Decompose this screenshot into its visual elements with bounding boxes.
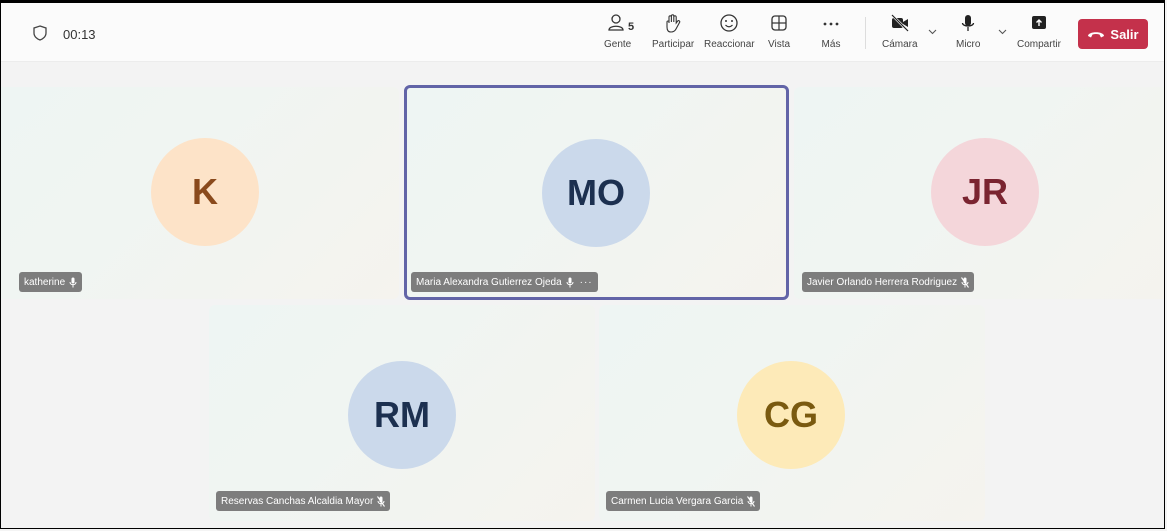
avatar-initials: K xyxy=(192,171,218,212)
more-label: Más xyxy=(821,39,841,50)
microphone-icon xyxy=(962,15,975,31)
participant-tile[interactable]: CG Carmen Lucia Vergara Garcia xyxy=(599,305,985,521)
participant-name-tag: katherine xyxy=(19,272,83,292)
camera-label: Cámara xyxy=(882,39,918,50)
react-button[interactable]: Reaccionar xyxy=(704,13,755,57)
avatar-initials: JR xyxy=(961,171,1009,212)
leave-button[interactable]: Salir xyxy=(1078,19,1148,49)
mic-on-icon xyxy=(69,277,77,287)
participant-name-tag: Javier Orlando Herrera Rodriguez xyxy=(802,272,975,292)
people-icon xyxy=(607,14,624,31)
view-button[interactable]: Vista xyxy=(768,13,790,57)
more-dots-icon xyxy=(823,22,839,26)
participant-name: Javier Orlando Herrera Rodriguez xyxy=(807,276,958,288)
mic-button[interactable]: Micro xyxy=(956,13,980,57)
raise-hand-button[interactable]: Participar xyxy=(652,13,694,57)
mic-options-chevron-icon[interactable] xyxy=(998,29,1007,35)
react-label: Reaccionar xyxy=(704,39,755,50)
participant-avatar: RM xyxy=(348,361,456,469)
shield-icon xyxy=(33,25,47,41)
participant-tile-active[interactable]: MO Maria Alexandra Gutierrez Ojeda ··· xyxy=(404,85,789,300)
camera-off-icon xyxy=(890,14,909,32)
meeting-window: 00:13 Gente 5 Participar Reaccionar Vist… xyxy=(0,0,1165,529)
toolbar-divider xyxy=(865,17,866,49)
camera-options-chevron-icon[interactable] xyxy=(928,29,937,35)
participant-name: katherine xyxy=(24,276,66,288)
camera-button[interactable]: Cámara xyxy=(882,13,918,57)
hand-icon xyxy=(666,14,681,33)
participant-name-tag: Carmen Lucia Vergara Garcia xyxy=(606,491,761,511)
mic-label: Micro xyxy=(956,39,981,50)
people-count: 5 xyxy=(628,21,635,33)
share-label: Compartir xyxy=(1017,39,1061,50)
leave-label: Salir xyxy=(1110,26,1139,42)
mic-muted-icon xyxy=(747,495,756,507)
view-label: Vista xyxy=(768,39,791,50)
avatar-initials: CG xyxy=(764,394,818,435)
share-button[interactable]: Compartir xyxy=(1017,13,1061,57)
participant-tile[interactable]: RM Reservas Canchas Alcaldia Mayor xyxy=(209,305,595,521)
hang-up-icon xyxy=(1088,32,1105,38)
people-label: Gente xyxy=(604,39,632,50)
raise-hand-label: Participar xyxy=(652,39,695,50)
participant-avatar: K xyxy=(151,138,259,246)
people-button[interactable]: Gente xyxy=(604,13,631,57)
mic-on-icon xyxy=(566,277,574,287)
participant-avatar: CG xyxy=(737,361,845,469)
participant-name: Reservas Canchas Alcaldia Mayor xyxy=(221,495,374,507)
call-timer: 00:13 xyxy=(63,27,96,42)
mic-muted-icon xyxy=(377,495,386,507)
participant-avatar: MO xyxy=(542,139,650,247)
avatar-initials: RM xyxy=(374,394,430,435)
participant-name-tag: Maria Alexandra Gutierrez Ojeda ··· xyxy=(411,272,598,292)
share-screen-icon xyxy=(1031,16,1046,29)
grid-view-icon xyxy=(771,15,787,31)
participant-name-tag: Reservas Canchas Alcaldia Mayor xyxy=(216,491,391,511)
participant-name: Carmen Lucia Vergara Garcia xyxy=(611,495,744,507)
more-button[interactable]: Más xyxy=(821,13,841,57)
participant-name: Maria Alexandra Gutierrez Ojeda xyxy=(416,276,562,288)
participant-tile[interactable]: JR Javier Orlando Herrera Rodriguez xyxy=(794,87,1164,299)
avatar-initials: MO xyxy=(567,172,625,213)
mic-muted-icon xyxy=(961,276,970,288)
smiley-icon xyxy=(720,14,738,32)
participant-more-icon[interactable]: ··· xyxy=(580,277,593,288)
meeting-toolbar: 00:13 Gente 5 Participar Reaccionar Vist… xyxy=(1,3,1164,62)
participant-tile[interactable]: K katherine xyxy=(1,87,399,299)
participant-avatar: JR xyxy=(931,138,1039,246)
